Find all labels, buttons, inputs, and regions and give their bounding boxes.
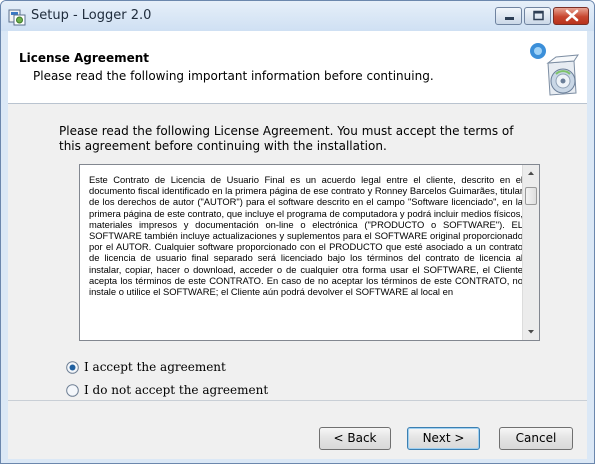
scroll-thumb[interactable] <box>525 187 537 205</box>
cancel-button[interactable]: Cancel <box>499 427 573 450</box>
accept-agreement-label[interactable]: I accept the agreement <box>84 360 226 374</box>
minimize-icon <box>505 17 514 20</box>
window-title: Setup - Logger 2.0 <box>31 8 152 23</box>
scroll-down-button[interactable] <box>523 324 539 340</box>
next-button[interactable]: Next > <box>407 427 480 450</box>
maximize-button[interactable] <box>524 7 551 25</box>
maximize-icon <box>533 10 544 21</box>
page-title: License Agreement <box>19 51 150 65</box>
radio-unselected-icon[interactable] <box>66 384 79 397</box>
minimize-button[interactable] <box>495 7 522 25</box>
wizard-header: License Agreement Please read the follow… <box>8 31 587 104</box>
close-icon <box>565 9 579 22</box>
license-text: Este Contrato de Licencia de Usuario Fin… <box>89 174 523 298</box>
scroll-up-button[interactable] <box>523 165 539 181</box>
page-subtitle: Please read the following important info… <box>33 69 434 83</box>
decline-agreement-label[interactable]: I do not accept the agreement <box>84 383 268 397</box>
setup-cd-graphic <box>526 41 580 103</box>
scroll-up-arrow-icon <box>528 171 534 175</box>
license-text-box[interactable]: Este Contrato de Licencia de Usuario Fin… <box>79 164 540 341</box>
license-intro-text: Please read the following License Agreem… <box>59 124 514 153</box>
title-bar[interactable]: Setup - Logger 2.0 <box>1 1 594 31</box>
setup-window: Setup - Logger 2.0 License Agreement Ple… <box>0 0 595 464</box>
wizard-content: Please read the following License Agreem… <box>8 104 587 400</box>
close-button[interactable] <box>553 7 589 25</box>
back-button[interactable]: < Back <box>319 427 391 450</box>
wizard-footer: < Back Next > Cancel <box>8 400 587 459</box>
radio-selected-icon[interactable] <box>66 361 79 374</box>
license-scrollbar[interactable] <box>522 165 539 340</box>
scroll-down-arrow-icon <box>528 330 534 334</box>
setup-installer-icon <box>8 8 26 26</box>
